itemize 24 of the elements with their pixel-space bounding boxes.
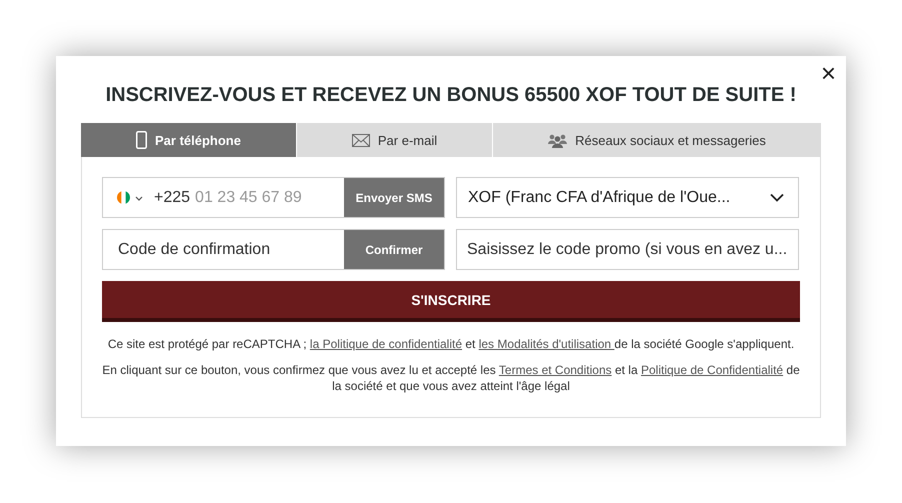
close-button[interactable]: × <box>816 60 840 86</box>
register-button[interactable]: S'INSCRIRE <box>102 281 800 322</box>
phone-icon <box>136 131 148 149</box>
promo-code-field[interactable]: Saisissez le code promo (si vous en avez u... <box>456 229 799 270</box>
phone-field[interactable]: +225 01 23 45 67 89 Envoyer SMS <box>102 177 445 218</box>
policy-link[interactable]: les Modalités d'utilisation <box>478 337 614 351</box>
currency-select[interactable]: XOF (Franc CFA d'Afrique de l'Oue... <box>456 177 799 218</box>
country-code: +225 <box>154 188 190 206</box>
envelope-icon <box>352 134 370 146</box>
legal-note: En cliquant sur ce bouton, vous confirmez que vous avez lu et accepté les Termes et Conditions et la Politique de Confidentialité de la société et que vous avez atteint l'âge légal <box>102 362 800 394</box>
send-sms-button[interactable]: Envoyer SMS <box>344 178 444 217</box>
policy-link[interactable]: Politique de Confidentialité <box>640 363 784 377</box>
policy-link[interactable]: Termes et Conditions <box>498 363 612 377</box>
legal-note: Ce site est protégé par reCAPTCHA ; la Politique de confidentialité et les Modalités d'utilisation de la société Google s'appliquent. <box>106 336 796 352</box>
policy-link[interactable]: la Politique de confidentialité <box>310 337 462 351</box>
confirm-button[interactable]: Confirmer <box>344 230 444 269</box>
chevron-down-icon <box>770 193 784 202</box>
flag-icon <box>117 191 130 204</box>
people-icon <box>548 132 568 148</box>
tab[interactable]: Par e-mail <box>297 123 493 157</box>
confirmation-code-field[interactable]: Code de confirmation Confirmer <box>102 229 445 270</box>
tab[interactable]: Par téléphone <box>81 123 297 157</box>
tab[interactable]: Réseaux sociaux et messageries <box>493 123 821 157</box>
dialog-title: INSCRIVEZ-VOUS ET RECEVEZ UN BONUS 65500 XOF TOUT DE SUITE ! <box>104 84 798 107</box>
